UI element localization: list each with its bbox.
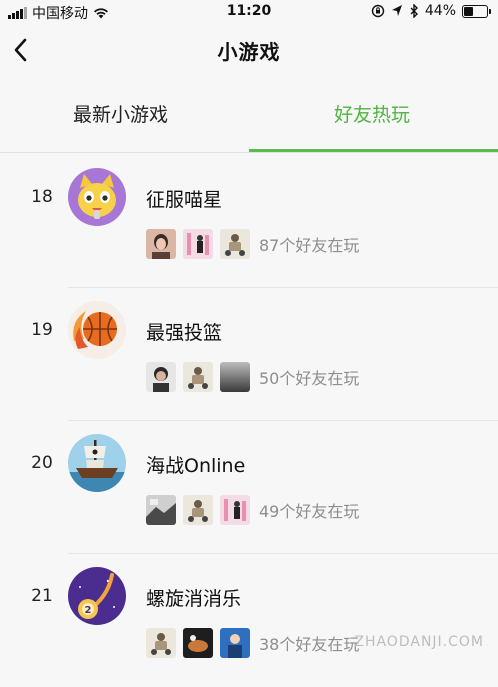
game-name: 最强投篮	[146, 322, 223, 344]
watermark-text: ZHAODANJI.COM	[354, 634, 484, 650]
friend-avatar	[220, 229, 250, 259]
tab-divider	[0, 152, 498, 153]
pirate-ship-icon	[68, 434, 126, 492]
rank-number: 20	[31, 453, 53, 473]
friend-avatar	[220, 362, 250, 392]
friends-row: 50个好友在玩	[146, 362, 359, 392]
friends-count: 49个好友在玩	[259, 502, 360, 521]
friends-row: 87个好友在玩	[146, 229, 359, 259]
rank-number: 18	[31, 187, 53, 207]
list-item[interactable]: 18 征服喵星 87个好友在玩	[0, 155, 498, 288]
nav-bar: 小游戏	[0, 24, 498, 76]
game-name: 海战Online	[146, 455, 246, 477]
basketball-icon	[68, 301, 126, 359]
friend-avatar	[183, 628, 213, 658]
game-list: 18 征服喵星 87个好友在玩 19 最强投篮 50个好友在玩 20 海战Onl…	[0, 155, 498, 687]
list-item[interactable]: 19 最强投篮 50个好友在玩	[0, 288, 498, 421]
tab-friends-hot[interactable]: 好友热玩	[334, 100, 410, 127]
status-right: 44%	[371, 3, 491, 19]
battery-fill	[464, 6, 473, 16]
page-title: 小游戏	[217, 40, 281, 64]
friends-count: 87个好友在玩	[259, 236, 360, 255]
bluetooth-icon	[410, 4, 418, 18]
game-name: 征服喵星	[146, 189, 223, 211]
rank-number: 19	[31, 320, 53, 340]
list-item[interactable]: 21 2 螺旋消消乐 38个好友在玩	[0, 554, 498, 687]
game-name: 螺旋消消乐	[146, 588, 242, 610]
battery-percent: 44%	[424, 3, 456, 19]
spiral-ball-icon: 2	[68, 567, 126, 625]
friend-avatar	[146, 628, 176, 658]
friend-avatar	[146, 229, 176, 259]
friend-avatar	[183, 495, 213, 525]
friend-avatar	[146, 495, 176, 525]
friend-avatar	[183, 362, 213, 392]
friends-row: 38个好友在玩	[146, 628, 359, 658]
status-bar: 中国移动 11:20 44%	[0, 0, 498, 24]
friend-avatar	[146, 362, 176, 392]
rank-number: 21	[31, 586, 53, 606]
friends-count: 50个好友在玩	[259, 369, 360, 388]
tab-newest-games[interactable]: 最新小游戏	[73, 100, 168, 127]
friend-avatar	[220, 628, 250, 658]
location-icon	[391, 5, 402, 16]
friends-count: 38个好友在玩	[259, 635, 360, 654]
friend-avatar	[220, 495, 250, 525]
list-item[interactable]: 20 海战Online 49个好友在玩	[0, 421, 498, 554]
friends-row: 49个好友在玩	[146, 495, 359, 525]
tab-bar: 最新小游戏 好友热玩	[0, 86, 498, 154]
friend-avatar	[183, 229, 213, 259]
cat-game-icon	[68, 168, 126, 226]
rotation-lock-icon	[371, 4, 385, 18]
battery-icon	[462, 4, 491, 18]
svg-text:2: 2	[85, 605, 92, 616]
